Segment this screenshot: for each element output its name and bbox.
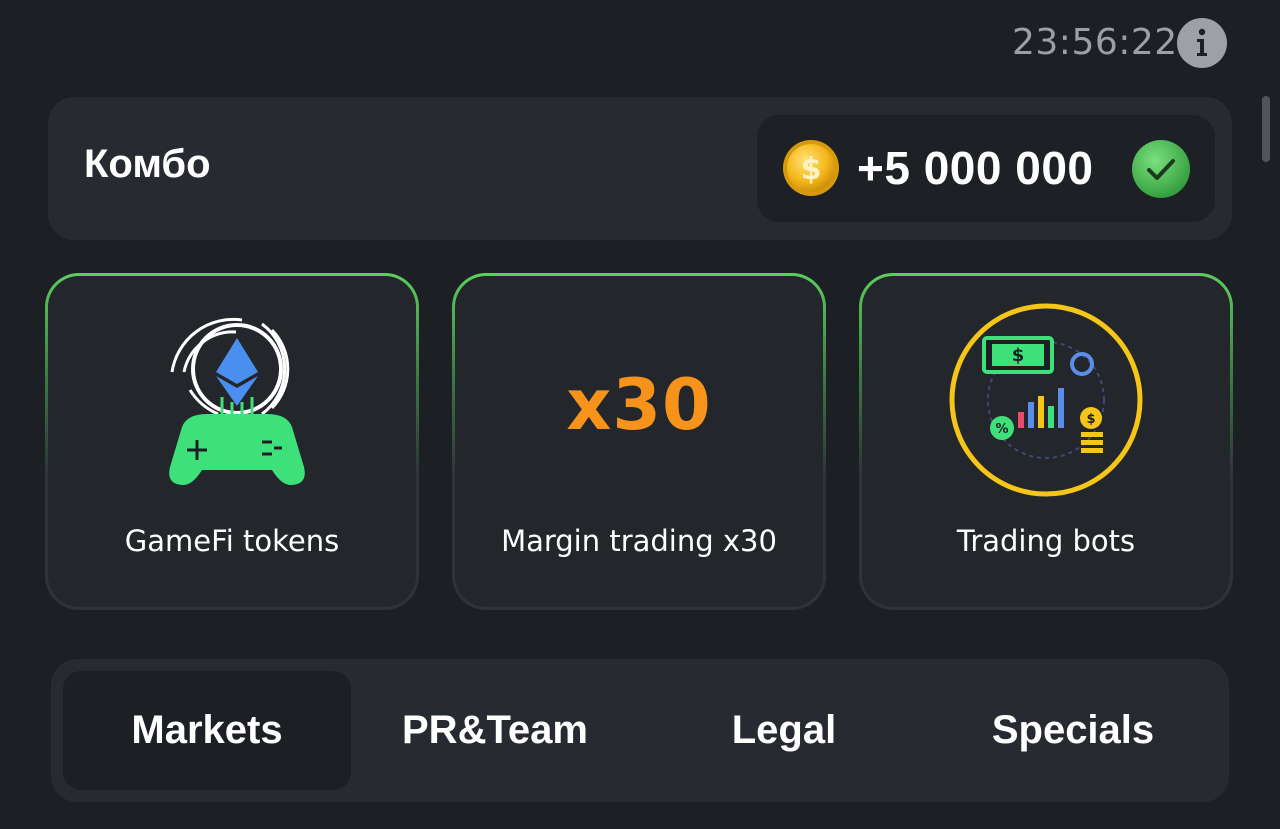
card-label: GameFi tokens [124, 524, 340, 558]
check-icon [1132, 140, 1190, 198]
svg-text:$: $ [1012, 345, 1025, 366]
card-label: Trading bots [956, 524, 1136, 558]
x30-art: x30 [566, 364, 712, 446]
trading-bots-icon: $ % $ [949, 303, 1143, 497]
svg-text:%: % [995, 422, 1008, 437]
combo-title: Комбо [84, 142, 211, 186]
countdown-timer: 23:56:22 [1012, 22, 1178, 63]
svg-text:$: $ [801, 152, 822, 187]
tab-pr-team[interactable]: PR&Team [351, 671, 639, 790]
scrollbar[interactable] [1262, 96, 1270, 162]
tab-markets[interactable]: Markets [63, 671, 351, 790]
svg-text:$: $ [1086, 412, 1095, 427]
gamepad-ethereum-icon [169, 317, 305, 486]
card-gamefi-tokens[interactable]: GameFi tokens [45, 273, 419, 610]
mine-screen: 23:56:22 Комбо $ +5 000 000 GameFi token… [0, 0, 1280, 829]
coin-icon: $ [783, 140, 839, 196]
tab-legal[interactable]: Legal [639, 671, 929, 790]
card-trading-bots[interactable]: $ % $ Trading bots [859, 273, 1233, 610]
combo-reward-amount: +5 000 000 [857, 142, 1094, 194]
info-icon [1197, 28, 1207, 56]
card-label: Margin trading x30 [501, 524, 777, 558]
card-margin-trading[interactable]: x30 Margin trading x30 [452, 273, 826, 610]
tab-specials[interactable]: Specials [929, 671, 1217, 790]
info-button[interactable] [1177, 18, 1227, 68]
